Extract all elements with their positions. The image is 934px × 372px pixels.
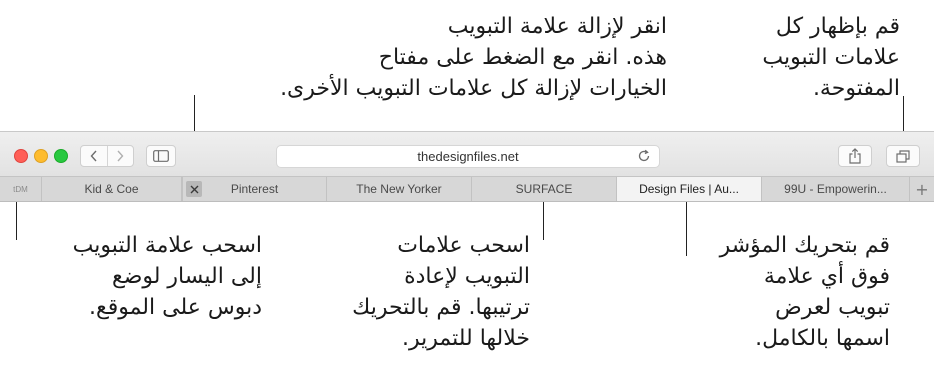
minimize-window-button[interactable] xyxy=(34,149,48,163)
back-icon xyxy=(90,150,97,162)
zoom-window-button[interactable] xyxy=(54,149,68,163)
tab-label: 99U - Empowerin... xyxy=(784,182,887,196)
tab-bar: tDM Kid & Coe Pinterest The New Yorker S… xyxy=(0,176,934,202)
tab-new-yorker[interactable]: The New Yorker xyxy=(327,177,472,201)
leader-line-hover-tab xyxy=(686,200,687,256)
close-window-button[interactable] xyxy=(14,149,28,163)
tab-kid-coe[interactable]: Kid & Coe xyxy=(42,177,182,201)
back-button[interactable] xyxy=(81,146,107,166)
share-icon xyxy=(849,148,861,164)
sidebar-icon xyxy=(153,150,169,162)
leader-line-reorder-tabs xyxy=(543,200,544,240)
tab-label: Design Files | Au... xyxy=(639,182,739,196)
share-button[interactable] xyxy=(838,145,872,167)
callout-pin-tab: اسحب علامة التبويب إلى اليسار لوضع دبوس … xyxy=(72,233,262,320)
callout-close-tab: انقر لإزالة علامة التبويب هذه. انقر مع ا… xyxy=(280,14,667,101)
tab-surface[interactable]: SURFACE xyxy=(472,177,617,201)
callout-hover-tab: قم بتحريك المؤشر فوق أي علامة تبويب لعرض… xyxy=(719,233,890,351)
reload-icon[interactable] xyxy=(637,149,651,163)
new-tab-button[interactable]: + xyxy=(910,177,934,201)
callout-reorder-tabs: اسحب علامات التبويب لإعادة ترتيبها. قم ب… xyxy=(352,233,530,351)
tab-label: SURFACE xyxy=(515,182,573,196)
tab-99u[interactable]: 99U - Empowerin... xyxy=(762,177,910,201)
forward-icon xyxy=(117,150,124,162)
toolbar: thedesignfiles.net xyxy=(0,132,934,176)
show-all-tabs-button[interactable] xyxy=(886,145,920,167)
forward-button[interactable] xyxy=(108,146,134,166)
tab-label: Kid & Coe xyxy=(84,182,139,196)
tab-label: Pinterest xyxy=(230,182,279,196)
sidebar-button[interactable] xyxy=(146,145,176,167)
tab-pinterest[interactable]: Pinterest xyxy=(182,177,327,201)
pinned-tab[interactable]: tDM xyxy=(0,177,42,201)
address-bar[interactable]: thedesignfiles.net xyxy=(276,145,660,168)
address-text: thedesignfiles.net xyxy=(417,149,519,164)
tabs-overview-icon xyxy=(896,149,910,163)
safari-window: thedesignfiles.net tDM Kid & Coe Pintere… xyxy=(0,131,934,202)
tab-label: The New Yorker xyxy=(356,182,442,196)
callout-show-all-tabs: قم بإظهار كل علامات التبويب المفتوحة. xyxy=(762,14,900,101)
pinned-tab-label: tDM xyxy=(13,184,28,194)
plus-icon: + xyxy=(915,179,929,199)
back-forward-group xyxy=(80,145,134,167)
leader-line-pin-tab xyxy=(16,200,17,240)
tab-design-files[interactable]: Design Files | Au... xyxy=(617,177,762,201)
